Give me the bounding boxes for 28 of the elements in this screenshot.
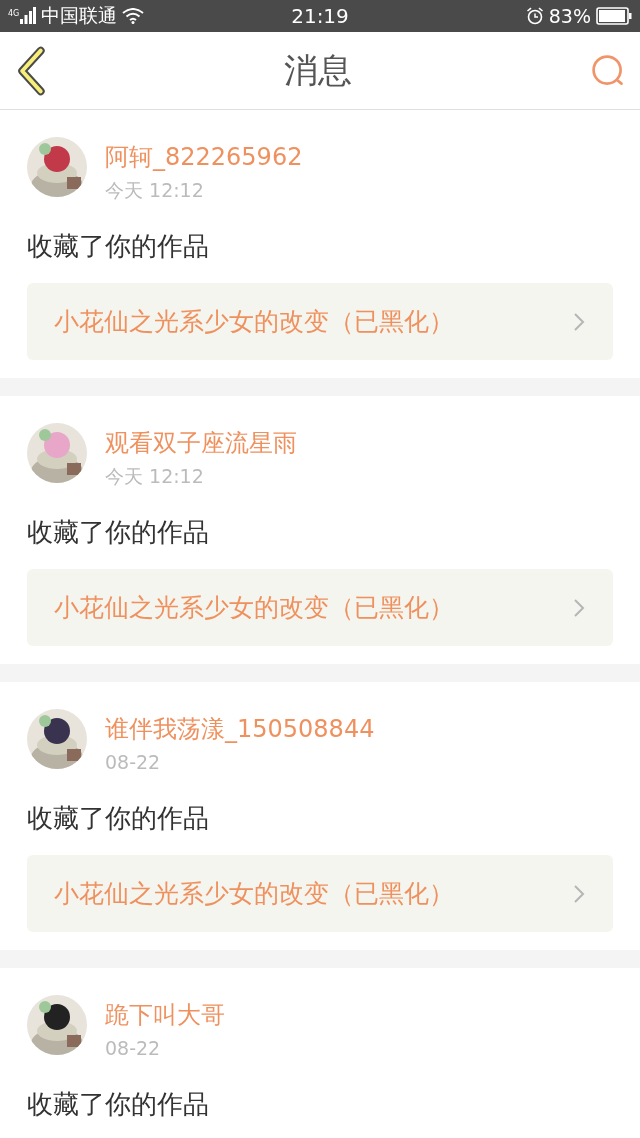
- alarm-icon: [525, 7, 544, 25]
- user-name[interactable]: 谁伴我荡漾_150508844: [105, 711, 375, 747]
- user-name[interactable]: 跪下叫大哥: [105, 997, 225, 1033]
- wifi-icon: [122, 8, 145, 24]
- user-name[interactable]: 阿轲_822265962: [105, 139, 303, 175]
- work-link[interactable]: 小花仙之光系少女的改变（已黑化）: [27, 569, 613, 646]
- action-text: 收藏了你的作品: [27, 802, 210, 835]
- battery-icon: [596, 7, 632, 25]
- message-time: 08-22: [105, 1036, 162, 1061]
- action-text: 收藏了你的作品: [27, 1088, 210, 1121]
- carrier-label: 中国联通: [41, 3, 118, 28]
- work-link[interactable]: 小花仙之光系少女的改变（已黑化）: [27, 283, 613, 360]
- signal-icon: [20, 7, 37, 25]
- clock-time: 21:19: [291, 4, 349, 28]
- chevron-right-icon: [573, 597, 585, 618]
- back-button[interactable]: [16, 45, 46, 96]
- chevron-right-icon: [573, 311, 585, 332]
- message-time: 08-22: [105, 750, 162, 775]
- message-time: 今天 12:12: [105, 178, 205, 203]
- page-title: 消息: [284, 48, 352, 92]
- user-name[interactable]: 观看双子座流星雨: [105, 425, 297, 461]
- chevron-right-icon: [573, 883, 585, 904]
- network-label: 4G: [8, 9, 20, 18]
- message-time: 今天 12:12: [105, 464, 205, 489]
- action-text: 收藏了你的作品: [27, 230, 210, 263]
- work-link[interactable]: 小花仙之光系少女的改变（已黑化）: [27, 855, 613, 932]
- action-text: 收藏了你的作品: [27, 516, 210, 549]
- battery-percent: 83%: [548, 5, 591, 27]
